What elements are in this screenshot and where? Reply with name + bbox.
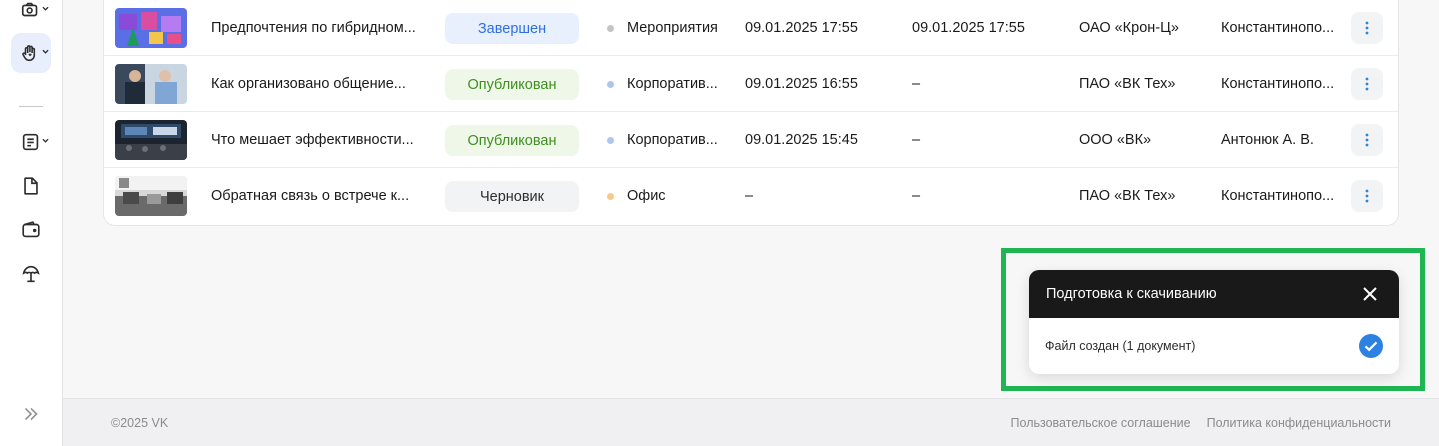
thumbnail-image — [115, 64, 187, 104]
wallet-icon — [22, 221, 40, 238]
row-actions-button[interactable] — [1351, 124, 1383, 156]
row-category: Офис — [607, 168, 737, 224]
row-category: Корпоратив... — [607, 56, 737, 112]
row-date-start: 09.01.2025 15:45 — [745, 132, 858, 148]
user-agreement-link[interactable]: Пользовательское соглашение — [1011, 416, 1191, 430]
footer-links: Пользовательское соглашение Политика кон… — [1011, 416, 1391, 430]
table-row[interactable]: Обратная связь о встрече к... Черновик О… — [104, 168, 1398, 224]
sidebar-item-engagement[interactable] — [11, 33, 51, 73]
row-author: Константинопо... — [1221, 76, 1335, 92]
row-date-end: – — [912, 188, 921, 204]
sidebar-item-wallet[interactable] — [11, 210, 51, 250]
sidebar-divider — [19, 106, 43, 107]
status-badge: Завершен — [445, 13, 579, 44]
row-date-start: – — [745, 188, 754, 204]
expand-sidebar-icon — [24, 407, 38, 421]
toast-body: Файл создан (1 документ) — [1029, 318, 1399, 374]
row-organization: ПАО «ВК Тех» — [1079, 188, 1176, 204]
sidebar-item-documents[interactable] — [11, 122, 51, 162]
sidebar-item-vacation[interactable] — [11, 254, 51, 294]
table-row[interactable]: Как организовано общение... Опубликован … — [104, 56, 1398, 112]
category-dot — [607, 80, 614, 88]
footer: ©2025 VK Пользовательское соглашение Пол… — [63, 398, 1439, 446]
row-date-end: 09.01.2025 17:55 — [912, 20, 1025, 36]
download-toast: Подготовка к скачиванию Файл создан (1 д… — [1029, 270, 1399, 374]
status-badge: Черновик — [445, 181, 579, 212]
chevron-down-icon — [42, 138, 49, 143]
category-label: Мероприятия — [627, 20, 718, 36]
row-title[interactable]: Что мешает эффективности... — [211, 112, 433, 168]
camera-icon — [21, 2, 38, 17]
row-category: Мероприятия — [607, 0, 737, 56]
status-badge: Опубликован — [445, 69, 579, 100]
thumbnail-image — [115, 176, 187, 216]
category-label: Корпоратив... — [627, 132, 718, 148]
thumbnail-image — [115, 8, 187, 48]
row-actions-button[interactable] — [1351, 12, 1383, 44]
toast-header: Подготовка к скачиванию — [1029, 270, 1399, 318]
toast-title: Подготовка к скачиванию — [1046, 286, 1217, 302]
row-actions-button[interactable] — [1351, 68, 1383, 100]
footer-copyright: ©2025 VK — [111, 415, 169, 430]
more-vertical-icon — [1365, 133, 1369, 147]
category-dot — [607, 24, 614, 32]
beach-umbrella-icon — [22, 265, 40, 283]
more-vertical-icon — [1365, 189, 1369, 203]
table-row[interactable]: Что мешает эффективности... Опубликован … — [104, 112, 1398, 168]
sidebar-item-camera[interactable] — [11, 0, 51, 30]
more-vertical-icon — [1365, 77, 1369, 91]
list-document-icon — [22, 133, 39, 151]
chevron-down-icon — [42, 6, 49, 11]
file-icon — [24, 177, 38, 195]
thumbnail-image — [115, 120, 187, 160]
row-organization: ОАО «Крон-Ц» — [1079, 20, 1179, 36]
row-organization: ПАО «ВК Тех» — [1079, 76, 1176, 92]
sidebar — [0, 0, 63, 446]
category-dot — [607, 136, 614, 144]
row-author: Антонюк А. В. — [1221, 132, 1314, 148]
row-organization: ООО «ВК» — [1079, 132, 1152, 148]
category-label: Офис — [627, 188, 666, 204]
row-author: Константинопо... — [1221, 188, 1335, 204]
surveys-table: Предпочтения по гибридном... Завершен Ме… — [103, 0, 1399, 226]
row-author: Константинопо... — [1221, 20, 1335, 36]
table-row[interactable]: Предпочтения по гибридном... Завершен Ме… — [104, 0, 1398, 56]
status-badge: Опубликован — [445, 125, 579, 156]
check-circle-icon — [1359, 334, 1383, 358]
category-dot — [607, 192, 614, 200]
category-label: Корпоратив... — [627, 76, 718, 92]
row-date-end: – — [912, 76, 921, 92]
sidebar-item-expand[interactable] — [11, 394, 51, 434]
row-category: Корпоратив... — [607, 112, 737, 168]
row-title[interactable]: Предпочтения по гибридном... — [211, 0, 433, 56]
toast-message: Файл создан (1 документ) — [1045, 339, 1196, 353]
more-vertical-icon — [1365, 21, 1369, 35]
row-title[interactable]: Как организовано общение... — [211, 56, 433, 112]
sidebar-item-files[interactable] — [11, 166, 51, 206]
row-date-start: 09.01.2025 17:55 — [745, 20, 858, 36]
close-icon[interactable] — [1361, 285, 1379, 303]
privacy-policy-link[interactable]: Политика конфиденциальности — [1207, 416, 1391, 430]
chevron-down-icon — [42, 49, 49, 54]
row-title[interactable]: Обратная связь о встрече к... — [211, 168, 433, 224]
row-actions-button[interactable] — [1351, 180, 1383, 212]
row-date-end: – — [912, 132, 921, 148]
row-date-start: 09.01.2025 16:55 — [745, 76, 858, 92]
hand-heart-icon — [22, 45, 36, 62]
